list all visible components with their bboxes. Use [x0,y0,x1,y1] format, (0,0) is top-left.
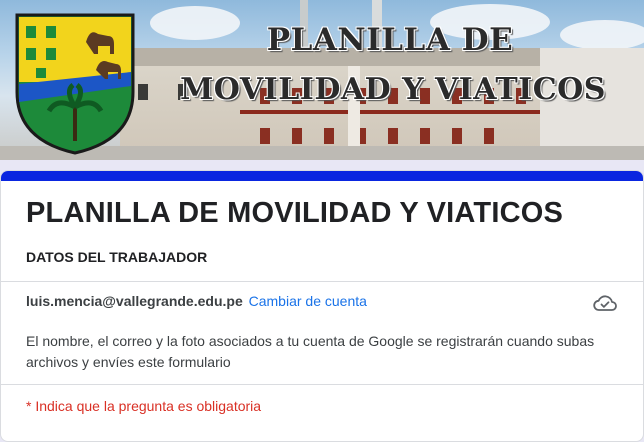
required-note: * Indica que la pregunta es obligatoria [26,398,262,414]
account-info-text: El nombre, el correo y la foto asociados… [26,333,595,370]
divider [1,281,643,282]
banner-title-line2: MOVILIDAD Y VIATICOS [180,72,606,107]
switch-account-link[interactable]: Cambiar de cuenta [249,293,367,309]
cloud-done-icon[interactable] [593,293,617,313]
form-header-card: PLANILLA DE MOVILIDAD Y VIATICOS DATOS D… [0,170,644,442]
divider [1,384,643,385]
school-crest-icon [15,13,135,155]
account-email: luis.mencia@vallegrande.edu.pe [26,293,243,309]
accent-bar [1,171,643,181]
form-title: PLANILLA DE MOVILIDAD Y VIATICOS [26,197,564,229]
header-banner: PLANILLA DE MOVILIDAD Y VIATICOS [0,0,644,160]
account-row: luis.mencia@vallegrande.edu.pe Cambiar d… [26,293,367,309]
section-title: DATOS DEL TRABAJADOR [26,249,208,265]
banner-title-line1: PLANILLA DE [266,22,514,58]
